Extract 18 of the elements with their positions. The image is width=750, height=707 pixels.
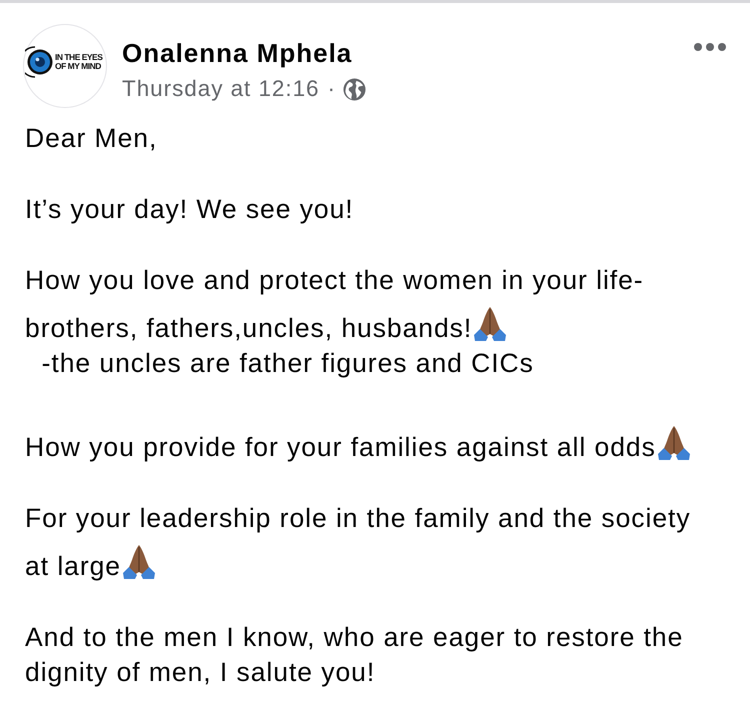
post-text: How you love and protect the women in your life-: [25, 265, 644, 295]
post-timestamp[interactable]: Thursday at 12:16: [122, 76, 320, 102]
post-text: brothers, fathers,uncles, husbands!: [25, 313, 472, 343]
more-options-icon[interactable]: [693, 42, 727, 52]
post-text: How you provide for your families against all odds: [25, 432, 656, 462]
globe-icon[interactable]: [342, 78, 366, 100]
eye-icon: [25, 45, 53, 79]
logo-text: IN THE EYES: [55, 53, 102, 62]
post-text: It’s your day! We see you!: [25, 194, 354, 224]
post-text: And to the men I know, who are eager to restore the dignity of men, I salute you!: [25, 622, 684, 687]
logo-text: OF MY MIND: [55, 62, 102, 71]
post-text: at large: [25, 551, 121, 581]
post-text: -the uncles are father figures and CICs: [40, 348, 534, 378]
separator-dot: ·: [328, 76, 336, 102]
post-text: Dear Men,: [25, 123, 158, 153]
avatar-logo[interactable]: IN THE EYES OF MY MIND: [23, 24, 107, 108]
author-name[interactable]: Onalenna Mphela: [122, 38, 366, 68]
post-text: For your leadership role in the family and the society: [25, 503, 691, 533]
